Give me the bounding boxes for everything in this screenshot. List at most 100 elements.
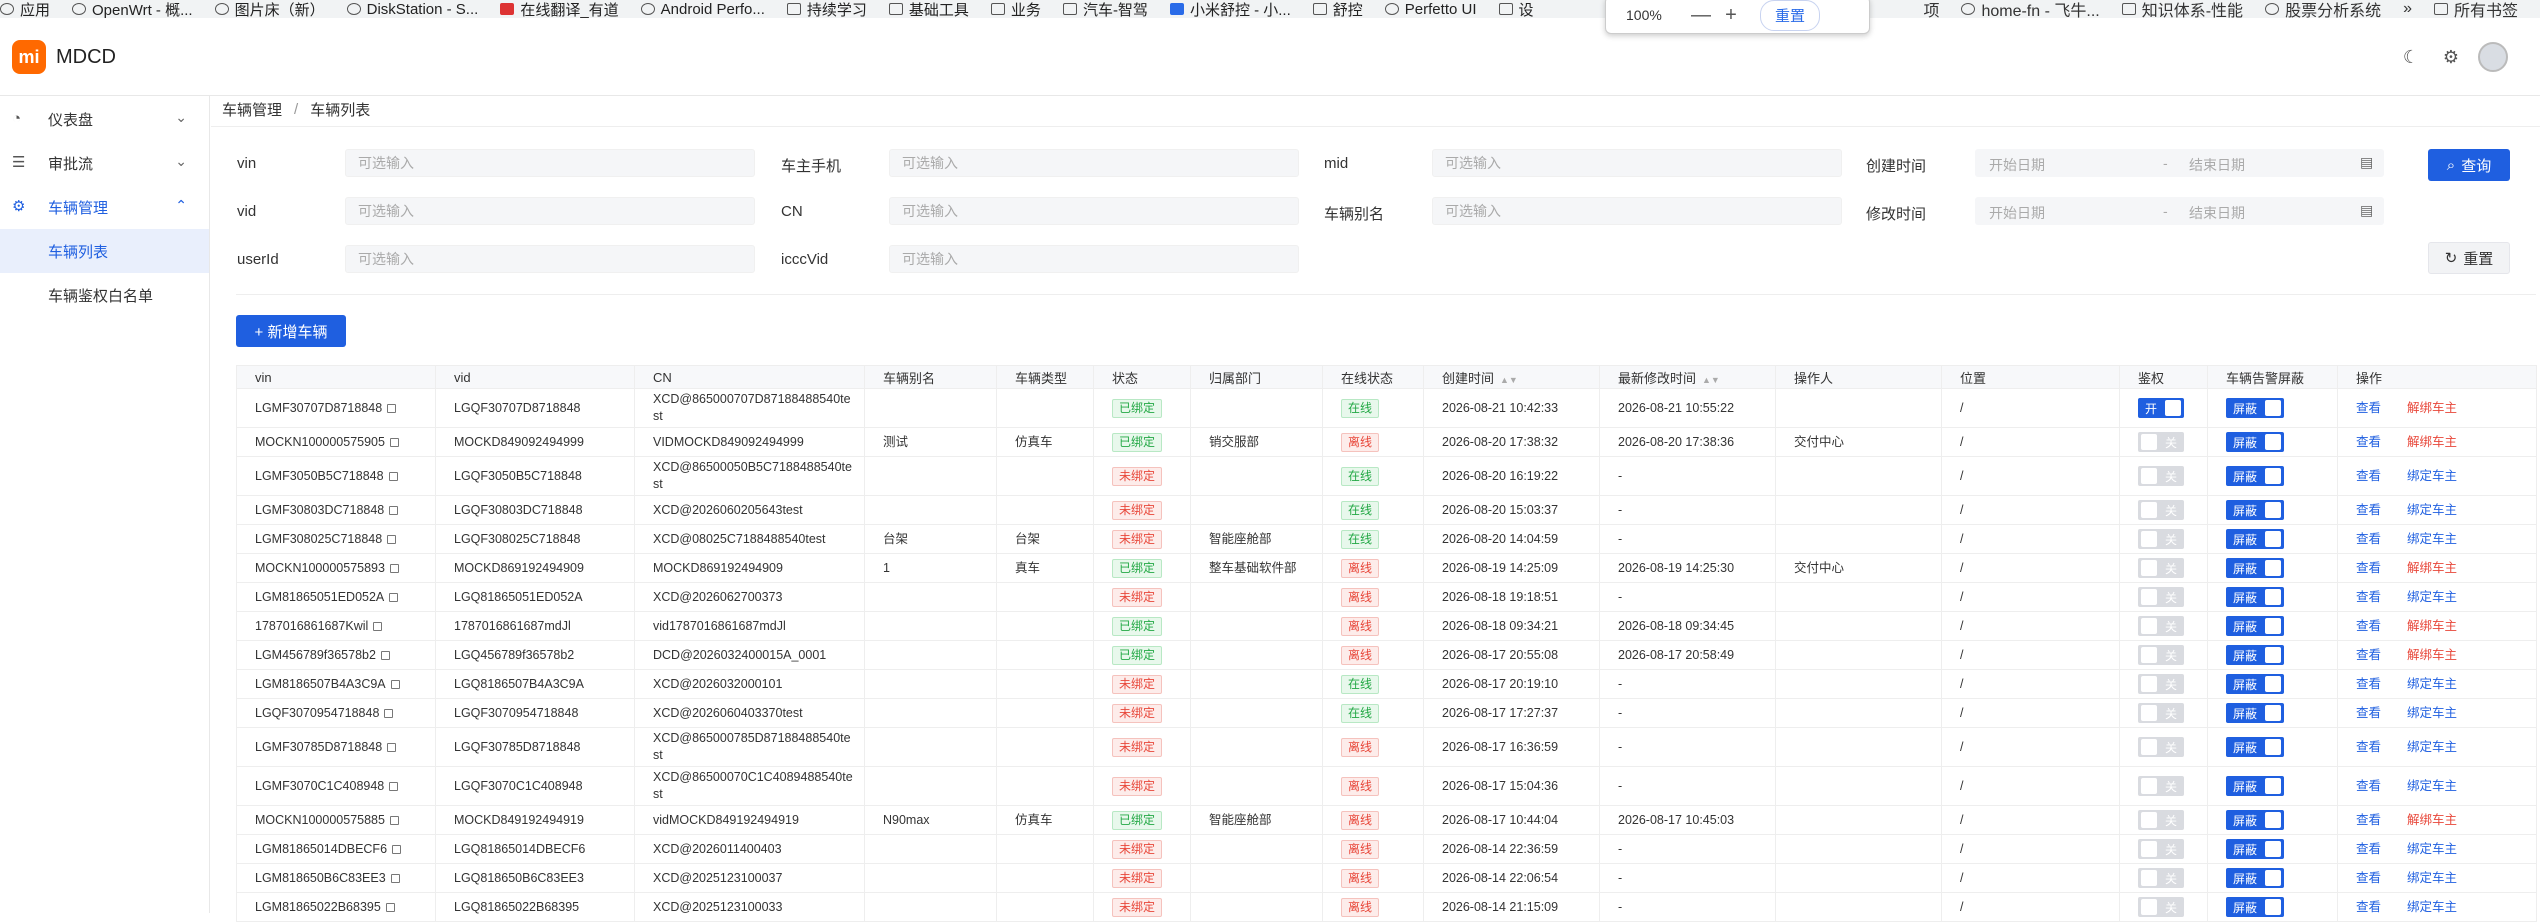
auth-toggle[interactable]: 关 — [2138, 466, 2184, 486]
alarm-mask-toggle[interactable]: 屏蔽 — [2226, 398, 2284, 418]
bookmark-item[interactable]: Perfetto UI — [1384, 1, 1477, 18]
sidebar-item-vehicle-list[interactable]: 车辆列表 — [0, 229, 209, 273]
vin-input[interactable]: 可选输入 — [345, 149, 755, 177]
alarm-mask-toggle[interactable]: 屏蔽 — [2226, 466, 2284, 486]
copy-icon[interactable] — [389, 592, 399, 602]
copy-icon[interactable] — [389, 781, 399, 791]
bookmark-item[interactable]: 持续学习 — [786, 0, 867, 18]
copy-icon[interactable] — [392, 844, 402, 854]
view-link[interactable]: 查看 — [2356, 677, 2381, 691]
sidebar-item-vehicle-management[interactable]: ⚙ 车辆管理 ⌃ — [0, 185, 209, 229]
auth-toggle[interactable]: 关 — [2138, 737, 2184, 757]
copy-icon[interactable] — [390, 679, 400, 689]
created-end-date[interactable]: 结束日期 — [2189, 155, 2245, 175]
owner-action-link[interactable]: 绑定车主 — [2407, 503, 2457, 517]
view-link[interactable]: 查看 — [2356, 706, 2381, 720]
dark-mode-icon[interactable]: ☾ — [2398, 44, 2424, 70]
view-link[interactable]: 查看 — [2356, 503, 2381, 517]
sidebar-item-approval[interactable]: ☰ 审批流 ⌄ — [0, 141, 209, 185]
view-link[interactable]: 查看 — [2356, 561, 2381, 575]
alarm-mask-toggle[interactable]: 屏蔽 — [2226, 737, 2284, 757]
bookmark-item[interactable]: 汽车-智驾 — [1062, 0, 1148, 18]
copy-icon[interactable] — [389, 437, 399, 447]
auth-toggle[interactable]: 开 — [2138, 398, 2184, 418]
copy-icon[interactable] — [387, 403, 397, 413]
query-button[interactable]: ⌕ 查询 — [2428, 149, 2510, 181]
alarm-mask-toggle[interactable]: 屏蔽 — [2226, 558, 2284, 578]
avatar[interactable] — [2478, 42, 2508, 72]
bookmark-item[interactable]: 在线翻译_有道 — [500, 0, 619, 18]
modified-end-date[interactable]: 结束日期 — [2189, 203, 2245, 223]
auth-toggle[interactable]: 关 — [2138, 868, 2184, 888]
alarm-mask-toggle[interactable]: 屏蔽 — [2226, 810, 2284, 830]
alarm-mask-toggle[interactable]: 屏蔽 — [2226, 703, 2284, 723]
auth-toggle[interactable]: 关 — [2138, 529, 2184, 549]
owner-action-link[interactable]: 解绑车主 — [2407, 619, 2457, 633]
reset-button[interactable]: ↻ 重置 — [2428, 242, 2510, 274]
owner-action-link[interactable]: 绑定车主 — [2407, 900, 2457, 914]
owner-action-link[interactable]: 解绑车主 — [2407, 561, 2457, 575]
alarm-mask-toggle[interactable]: 屏蔽 — [2226, 500, 2284, 520]
breadcrumb-parent[interactable]: 车辆管理 — [222, 99, 282, 120]
owner-action-link[interactable]: 绑定车主 — [2407, 842, 2457, 856]
copy-icon[interactable] — [389, 563, 399, 573]
copy-icon[interactable] — [384, 708, 394, 718]
view-link[interactable]: 查看 — [2356, 779, 2381, 793]
bookmark-item[interactable]: 基础工具 — [888, 0, 969, 18]
owner-action-link[interactable]: 绑定车主 — [2407, 871, 2457, 885]
owner-action-link[interactable]: 绑定车主 — [2407, 590, 2457, 604]
owner-action-link[interactable]: 解绑车主 — [2407, 648, 2457, 662]
view-link[interactable]: 查看 — [2356, 813, 2381, 827]
view-link[interactable]: 查看 — [2356, 648, 2381, 662]
owner-action-link[interactable]: 绑定车主 — [2407, 740, 2457, 754]
auth-toggle[interactable]: 关 — [2138, 810, 2184, 830]
copy-icon[interactable] — [373, 621, 383, 631]
bookmark-item[interactable]: 图片床（新） — [214, 0, 325, 18]
copy-icon[interactable] — [389, 505, 399, 515]
auth-toggle[interactable]: 关 — [2138, 432, 2184, 452]
owner-action-link[interactable]: 解绑车主 — [2407, 435, 2457, 449]
zoom-in-button[interactable]: + — [1716, 4, 1746, 27]
sidebar-item-vehicle-auth-whitelist[interactable]: 车辆鉴权白名单 — [0, 273, 209, 317]
copy-icon[interactable] — [387, 534, 397, 544]
view-link[interactable]: 查看 — [2356, 401, 2381, 415]
owner-action-link[interactable]: 解绑车主 — [2407, 813, 2457, 827]
view-link[interactable]: 查看 — [2356, 590, 2381, 604]
view-link[interactable]: 查看 — [2356, 740, 2381, 754]
auth-toggle[interactable]: 关 — [2138, 703, 2184, 723]
owner-action-link[interactable]: 绑定车主 — [2407, 532, 2457, 546]
bookmark-item[interactable]: DiskStation - S... — [346, 1, 478, 18]
copy-icon[interactable] — [388, 471, 398, 481]
created-start-date[interactable]: 开始日期 — [1989, 155, 2045, 175]
settings-icon[interactable]: ⚙ — [2438, 44, 2464, 70]
auth-toggle[interactable]: 关 — [2138, 616, 2184, 636]
bookmarks-overflow-button[interactable]: » — [2403, 0, 2412, 18]
sort-icon[interactable]: ▲▼ — [1500, 375, 1518, 385]
view-link[interactable]: 查看 — [2356, 900, 2381, 914]
alarm-mask-toggle[interactable]: 屏蔽 — [2226, 776, 2284, 796]
auth-toggle[interactable]: 关 — [2138, 500, 2184, 520]
cn-input[interactable]: 可选输入 — [889, 197, 1299, 225]
owner-action-link[interactable]: 绑定车主 — [2407, 706, 2457, 720]
userid-input[interactable]: 可选输入 — [345, 245, 755, 273]
owner-action-link[interactable]: 绑定车主 — [2407, 469, 2457, 483]
vid-input[interactable]: 可选输入 — [345, 197, 755, 225]
alarm-mask-toggle[interactable]: 屏蔽 — [2226, 616, 2284, 636]
copy-icon[interactable] — [390, 873, 400, 883]
modified-time-range[interactable]: 开始日期 - 结束日期 ▤ — [1975, 197, 2384, 225]
alarm-mask-toggle[interactable]: 屏蔽 — [2226, 645, 2284, 665]
copy-icon[interactable] — [389, 815, 399, 825]
auth-toggle[interactable]: 关 — [2138, 674, 2184, 694]
icccvid-input[interactable]: 可选输入 — [889, 245, 1299, 273]
view-link[interactable]: 查看 — [2356, 435, 2381, 449]
copy-icon[interactable] — [387, 742, 397, 752]
modified-start-date[interactable]: 开始日期 — [1989, 203, 2045, 223]
bookmark-item[interactable]: 应用 — [0, 0, 50, 18]
alarm-mask-toggle[interactable]: 屏蔽 — [2226, 674, 2284, 694]
alias-input[interactable]: 可选输入 — [1432, 197, 1842, 225]
alarm-mask-toggle[interactable]: 屏蔽 — [2226, 839, 2284, 859]
zoom-out-button[interactable]: — — [1686, 4, 1716, 27]
auth-toggle[interactable]: 关 — [2138, 558, 2184, 578]
bookmark-item[interactable]: 业务 — [990, 0, 1041, 18]
auth-toggle[interactable]: 关 — [2138, 645, 2184, 665]
